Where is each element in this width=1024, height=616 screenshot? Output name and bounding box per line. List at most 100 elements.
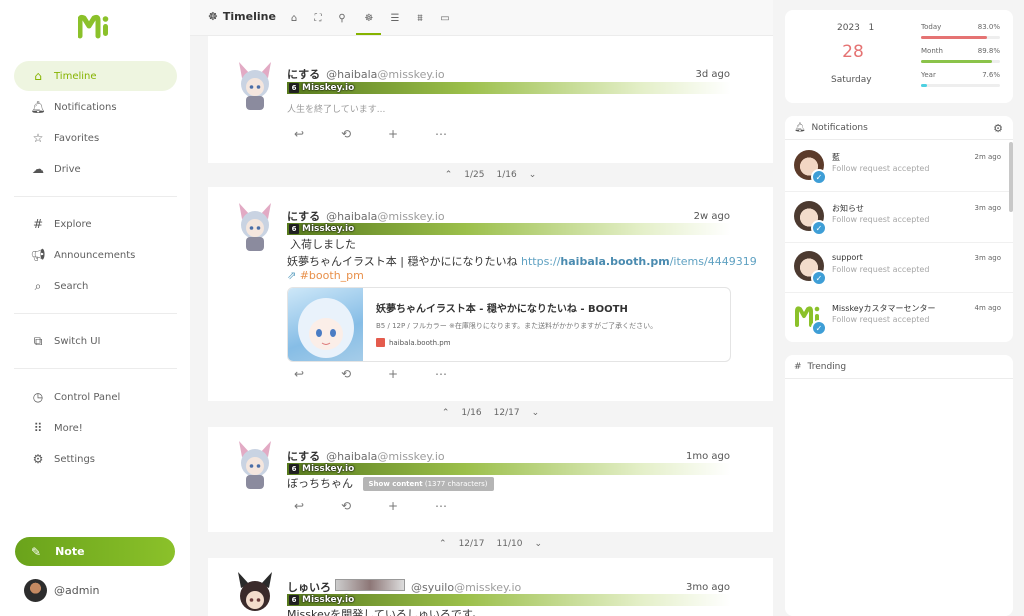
url-preview-site: haibala.booth.pm [376, 338, 451, 347]
note[interactable]: にする @haibala @misskey.io 1mo ago 6 Misske… [208, 427, 773, 532]
username[interactable]: @haibala [326, 68, 377, 81]
more-icon[interactable]: ⋯ [435, 367, 482, 381]
avatar[interactable] [236, 60, 274, 110]
notification-item[interactable]: ✓ お知らせ Follow request accepted 3m ago [785, 193, 1013, 243]
tab-channels[interactable]: ▭ [436, 9, 454, 27]
hashtag[interactable]: #booth_pm [300, 269, 364, 282]
sidebar-item-favorites[interactable]: ☆ Favorites [14, 123, 177, 153]
reply-icon[interactable]: ↩ [294, 127, 341, 141]
active-tab-indicator [356, 33, 381, 35]
renote-icon[interactable]: ⟲ [341, 499, 388, 513]
timestamp[interactable]: 2w ago [694, 211, 730, 222]
notification-item[interactable]: ✓ Misskeyカスタマーセンター Follow request accept… [785, 293, 1013, 342]
username[interactable]: @haibala [326, 450, 377, 463]
calendar-weekday: Saturday [831, 75, 872, 85]
sidebar-item-control-panel[interactable]: ◷ Control Panel [14, 382, 177, 412]
note-header: にする @haibala @misskey.io [287, 448, 445, 464]
note-link[interactable]: https://haibala.booth.pm/items/4449319 [521, 255, 757, 268]
notification-item[interactable]: ✓ support Follow request accepted 3m ago [785, 243, 1013, 293]
sidebar-item-explore[interactable]: # Explore [14, 209, 177, 239]
scrollbar[interactable] [1009, 142, 1013, 212]
sidebar-item-label: Search [54, 280, 89, 292]
note-text: Misskeyを開発しているしゅいろです。 [287, 608, 483, 616]
home-icon: ⌂ [34, 69, 42, 83]
misskey-logo[interactable] [77, 14, 112, 40]
reaction-add-icon[interactable]: + [388, 499, 435, 513]
display-name[interactable]: にする [287, 208, 320, 224]
renote-icon[interactable]: ⟲ [341, 367, 388, 381]
note-text: 人生を終了しています... [287, 105, 386, 115]
check-icon: ✓ [811, 270, 827, 286]
gear-icon[interactable]: ⚙ [993, 122, 1003, 135]
widget-header: # Trending [785, 355, 1013, 379]
timestamp[interactable]: 1mo ago [686, 451, 730, 462]
url-preview[interactable]: 妖夢ちゃんイラスト本 - 穏やかになりたいね - BOOTH B5 / 12P … [287, 287, 731, 362]
username[interactable]: @syuilo [411, 581, 454, 594]
timestamp[interactable]: 3d ago [696, 69, 730, 80]
sidebar-item-label: Favorites [54, 132, 100, 144]
note[interactable]: にする @haibala @misskey.io 2w ago 6 Misskey… [208, 187, 773, 401]
sidebar-item-label: Switch UI [54, 335, 101, 347]
tab-local[interactable]: ⛶ [309, 9, 327, 27]
reaction-add-icon[interactable]: + [388, 127, 435, 141]
tab-global[interactable]: ☸ [360, 9, 378, 27]
sidebar-item-notifications[interactable]: 🔔︎ Notifications [14, 92, 177, 122]
sidebar-item-switch-ui[interactable]: ⧉ Switch UI [14, 326, 177, 356]
date-separator: ⌃ 12/17 11/10 ⌄ [208, 532, 773, 556]
main-column: ☸ Timeline ⌂ ⛶ ⚲ ☸ ☰ ⩩ ▭ にする @haibala @m… [190, 0, 773, 616]
notifications-widget: 🔔︎ Notifications ⚙ ✓ 藍 Follow request ac… [785, 116, 1013, 342]
tab-social[interactable]: ⚲ [333, 9, 351, 27]
reply-icon[interactable]: ↩ [294, 499, 341, 513]
external-link-icon: ⇗ [287, 269, 297, 282]
reaction-add-icon[interactable]: + [388, 367, 435, 381]
sidebar-item-more[interactable]: ⠿ More! [14, 413, 177, 443]
notification-item[interactable]: ✓ 藍 Follow request accepted 2m ago [785, 142, 1013, 192]
instance-ticker: 6 Misskey.io [287, 82, 731, 94]
display-name[interactable]: にする [287, 66, 320, 82]
hashtag-line: ⇗ #booth_pm [287, 269, 364, 282]
account-menu[interactable]: @admin [24, 579, 99, 602]
note[interactable]: しゅいろ @syuilo @misskey.io 3mo ago 6 Misske… [208, 558, 773, 616]
sidebar-item-label: Settings [54, 453, 96, 465]
chevron-down-icon: ⌄ [534, 539, 542, 549]
date-separator: ⌃ 1/16 12/17 ⌄ [208, 401, 773, 425]
more-icon[interactable]: ⋯ [435, 499, 482, 513]
sidebar-item-label: Drive [54, 163, 81, 175]
show-content-button[interactable]: Show content (1377 characters) [362, 477, 494, 491]
more-icon[interactable]: ⋯ [435, 127, 482, 141]
chevron-down-icon: ⌄ [531, 408, 540, 418]
hash-icon: # [794, 361, 802, 372]
grid-dots-icon: ⠿ [33, 421, 43, 435]
note-cw-text: ぼっちちゃん [287, 477, 353, 490]
sidebar-item-timeline[interactable]: ⌂ Timeline [14, 61, 177, 91]
sidebar-item-drive[interactable]: ☁ Drive [14, 154, 177, 184]
bell-icon: 🔔︎ [30, 100, 46, 114]
tab-lists[interactable]: ☰ [386, 9, 404, 27]
timestamp[interactable]: 3mo ago [686, 582, 730, 593]
calendar-day: 28 [842, 42, 864, 62]
tab-home[interactable]: ⌂ [285, 9, 303, 27]
instance-ticker: 6 Misskey.io [287, 463, 731, 475]
note-button[interactable]: ✎ Note [15, 537, 175, 566]
renote-icon[interactable]: ⟲ [341, 127, 388, 141]
avatar[interactable] [236, 570, 274, 616]
reply-icon[interactable]: ↩ [294, 367, 341, 381]
instance-icon: 6 [289, 464, 299, 474]
page-header: ☸ Timeline ⌂ ⛶ ⚲ ☸ ☰ ⩩ ▭ [190, 0, 773, 36]
display-name[interactable]: にする [287, 448, 320, 464]
note-text: 入荷しました [290, 238, 356, 251]
host: @misskey.io [454, 581, 522, 594]
sidebar-item-search[interactable]: ⌕ Search [14, 271, 177, 301]
dashboard-icon: ◷ [32, 390, 44, 404]
note-actions: ↩ ⟲ + ⋯ [294, 367, 482, 381]
username[interactable]: @haibala [326, 210, 377, 223]
note[interactable]: にする @haibala @misskey.io 3d ago 6 Misskey… [208, 36, 773, 163]
tab-antennas[interactable]: ⩩ [411, 9, 429, 27]
avatar[interactable] [236, 201, 274, 251]
sidebar-item-settings[interactable]: ⚙ Settings [14, 444, 177, 474]
sidebar-item-announcements[interactable]: 📢︎ Announcements [14, 240, 177, 270]
avatar[interactable] [236, 439, 274, 489]
url-preview-description: B5 / 12P / フルカラー ※在庫限りになります。また送料がかかりますがご… [376, 322, 658, 330]
timeline-icon: ☸ [208, 10, 218, 23]
display-name[interactable]: しゅいろ [287, 579, 331, 595]
